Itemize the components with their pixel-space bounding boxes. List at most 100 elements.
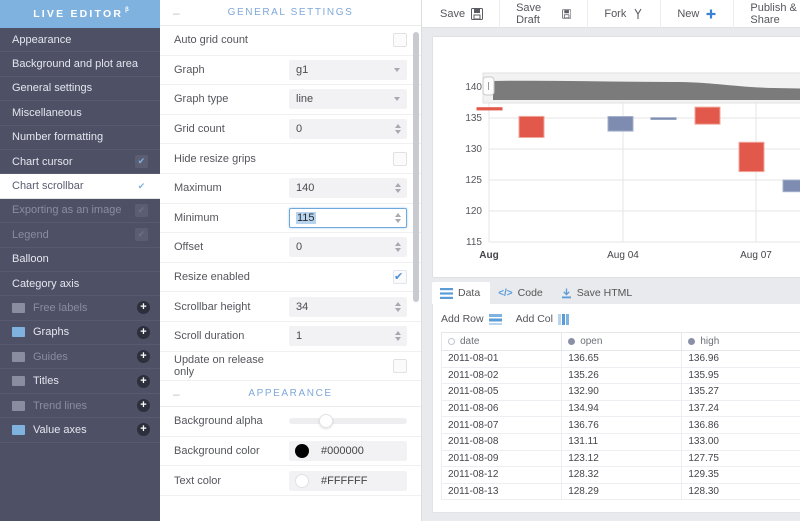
cell[interactable]: 135.26 <box>561 366 683 385</box>
hide-resize-grips-checkbox[interactable] <box>393 151 407 166</box>
spinner-icon[interactable] <box>395 124 401 135</box>
cell[interactable]: 123.12 <box>561 449 683 468</box>
checkmark-icon[interactable]: ✔ <box>135 203 148 217</box>
maximum-input[interactable]: 140 <box>289 178 407 199</box>
section-header-appearance[interactable]: – APPEARANCE <box>160 381 421 408</box>
resize-enabled-checkbox[interactable]: ✔ <box>393 270 407 285</box>
cell[interactable]: 136.86 <box>681 416 800 434</box>
cell[interactable]: 2011-08-12 <box>440 466 563 484</box>
cell[interactable]: 132.90 <box>561 383 683 401</box>
sidebar-folder-free-labels[interactable]: Free labels + <box>0 296 160 321</box>
tab-data[interactable]: Data <box>432 282 491 304</box>
setting-row-auto-grid-count[interactable]: Auto grid count <box>160 26 421 56</box>
cell[interactable]: 2011-08-13 <box>440 482 563 501</box>
background-alpha-slider[interactable] <box>289 411 407 431</box>
add-item-icon[interactable]: + <box>137 350 150 364</box>
add-row-button[interactable]: Add Row <box>441 313 484 325</box>
table-row[interactable]: 2011-08-08 131.11 133.00 125.09 126.39 <box>440 432 800 451</box>
sidebar-folder-trend-lines[interactable]: Trend lines + <box>0 394 160 419</box>
add-item-icon[interactable]: + <box>137 325 150 339</box>
sidebar-item-number-formatting[interactable]: Number formatting <box>0 126 160 150</box>
setting-row-scrollbar-height[interactable]: Scrollbar height 34 <box>160 292 421 322</box>
cell[interactable]: 135.27 <box>681 383 800 401</box>
setting-row-graph-type[interactable]: Graph type line <box>160 85 421 115</box>
setting-row-text-color[interactable]: Text color #FFFFFF <box>160 466 421 496</box>
setting-row-maximum[interactable]: Maximum 140 <box>160 173 421 204</box>
table-row[interactable]: 2011-08-01 136.65 136.96 134.15 136.49 <box>440 350 800 368</box>
spinner-icon[interactable] <box>395 301 401 312</box>
sidebar-folder-value-axes[interactable]: Value axes + <box>0 418 160 443</box>
offset-input[interactable]: 0 <box>289 237 407 258</box>
cell[interactable]: 131.11 <box>561 432 683 451</box>
table-row[interactable]: 2011-08-05 132.90 135.27 128.30 135.25 <box>440 383 800 401</box>
add-item-icon[interactable]: + <box>137 399 150 413</box>
add-item-icon[interactable]: + <box>137 423 150 437</box>
setting-row-scroll-duration[interactable]: Scroll duration 1 <box>160 321 421 352</box>
save-button[interactable]: Save <box>422 0 501 28</box>
collapse-icon[interactable]: – <box>173 387 181 401</box>
sidebar-item-chart-scrollbar[interactable]: Chart scrollbar ✔ <box>0 174 160 199</box>
cell[interactable]: 2011-08-01 <box>440 350 563 368</box>
table-row[interactable]: 2011-08-02 135.26 135.95 131.50 131.85 <box>440 366 800 385</box>
cell[interactable]: 129.35 <box>681 466 800 484</box>
spinner-icon[interactable] <box>395 183 401 194</box>
setting-row-resize-enabled[interactable]: Resize enabled ✔ <box>160 262 421 293</box>
checkmark-icon[interactable]: ✔ <box>135 180 148 193</box>
checkmark-icon[interactable]: ✔ <box>135 155 148 169</box>
color-swatch-icon[interactable] <box>295 473 309 488</box>
table-row[interactable]: 2011-08-06 134.94 137.24 132.63 135.03 <box>440 399 800 418</box>
setting-row-hide-resize-grips[interactable]: Hide resize grips <box>160 144 421 174</box>
checkmark-icon[interactable]: ✔ <box>135 228 148 242</box>
fork-button[interactable]: Fork <box>588 0 662 28</box>
setting-row-graph[interactable]: Graph g1 <box>160 55 421 86</box>
sidebar-item-miscellaneous[interactable]: Miscellaneous <box>0 101 160 126</box>
sidebar-item-background-and-plot-area[interactable]: Background and plot area <box>0 52 160 77</box>
grid-count-input[interactable]: 0 <box>289 119 407 140</box>
table-row[interactable]: 2011-08-12 128.32 129.35 126.50 127.79 <box>440 466 800 484</box>
sidebar-item-exporting-as-an-image[interactable]: Exporting as an image ✔ <box>0 199 160 224</box>
slider-knob[interactable] <box>319 414 333 429</box>
cell[interactable]: 136.96 <box>681 350 800 368</box>
cell[interactable]: 2011-08-09 <box>440 449 563 468</box>
color-swatch-icon[interactable] <box>295 444 309 459</box>
sidebar-folder-titles[interactable]: Titles + <box>0 369 160 394</box>
setting-row-background-alpha[interactable]: Background alpha <box>160 407 421 437</box>
spinner-icon[interactable] <box>395 212 401 223</box>
update-on-release-only-checkbox[interactable] <box>393 358 407 373</box>
scrollbar-height-input[interactable]: 34 <box>289 296 407 317</box>
sidebar-folder-graphs[interactable]: Graphs + <box>0 321 160 346</box>
new-button[interactable]: New <box>661 0 735 28</box>
cell[interactable]: 128.29 <box>561 482 683 501</box>
cell[interactable]: 2011-08-07 <box>440 416 563 434</box>
cell[interactable]: 128.32 <box>561 466 683 484</box>
publish-and-share-button[interactable]: Publish & Share <box>734 0 800 28</box>
setting-row-background-color[interactable]: Background color #000000 <box>160 436 421 467</box>
background-color-field[interactable]: #000000 <box>289 441 407 462</box>
sidebar-item-appearance[interactable]: Appearance <box>0 28 160 53</box>
setting-row-minimum[interactable]: Minimum 115 <box>160 203 421 234</box>
candlestick-chart[interactable]: 140 135 130 125 120 115 Aug Aug 04 Aug 0… <box>433 37 800 277</box>
add-row-icon[interactable] <box>488 313 502 325</box>
collapse-icon[interactable]: – <box>173 6 181 20</box>
cell[interactable]: 137.24 <box>681 399 800 418</box>
table-row[interactable]: 2011-08-07 136.76 136.86 132.00 134.01 <box>440 416 800 434</box>
add-item-icon[interactable]: + <box>137 374 150 388</box>
cell[interactable]: 136.65 <box>561 350 683 368</box>
add-item-icon[interactable]: + <box>137 301 150 315</box>
minimum-input[interactable]: 115 <box>289 207 407 228</box>
cell[interactable]: 2011-08-02 <box>440 366 563 385</box>
table-row[interactable]: 2011-08-09 123.12 127.75 120.30 125.00 <box>440 449 800 468</box>
cell[interactable]: 2011-08-06 <box>440 399 563 418</box>
sidebar-item-balloon[interactable]: Balloon <box>0 248 160 272</box>
setting-row-update-on-release-only[interactable]: Update on release only <box>160 351 421 382</box>
sidebar-folder-guides[interactable]: Guides + <box>0 345 160 370</box>
tab-code[interactable]: </> Code <box>490 282 553 304</box>
cell[interactable]: 2011-08-08 <box>440 432 563 451</box>
sidebar-item-legend[interactable]: Legend ✔ <box>0 223 160 248</box>
data-table[interactable]: date open high low close 2011-08-01 136.… <box>440 332 800 501</box>
scroll-duration-input[interactable]: 1 <box>289 326 407 347</box>
tab-save-html[interactable]: Save HTML <box>553 282 642 304</box>
spinner-icon[interactable] <box>395 242 401 253</box>
auto-grid-count-checkbox[interactable] <box>393 33 407 48</box>
cell[interactable]: 134.94 <box>561 399 683 418</box>
